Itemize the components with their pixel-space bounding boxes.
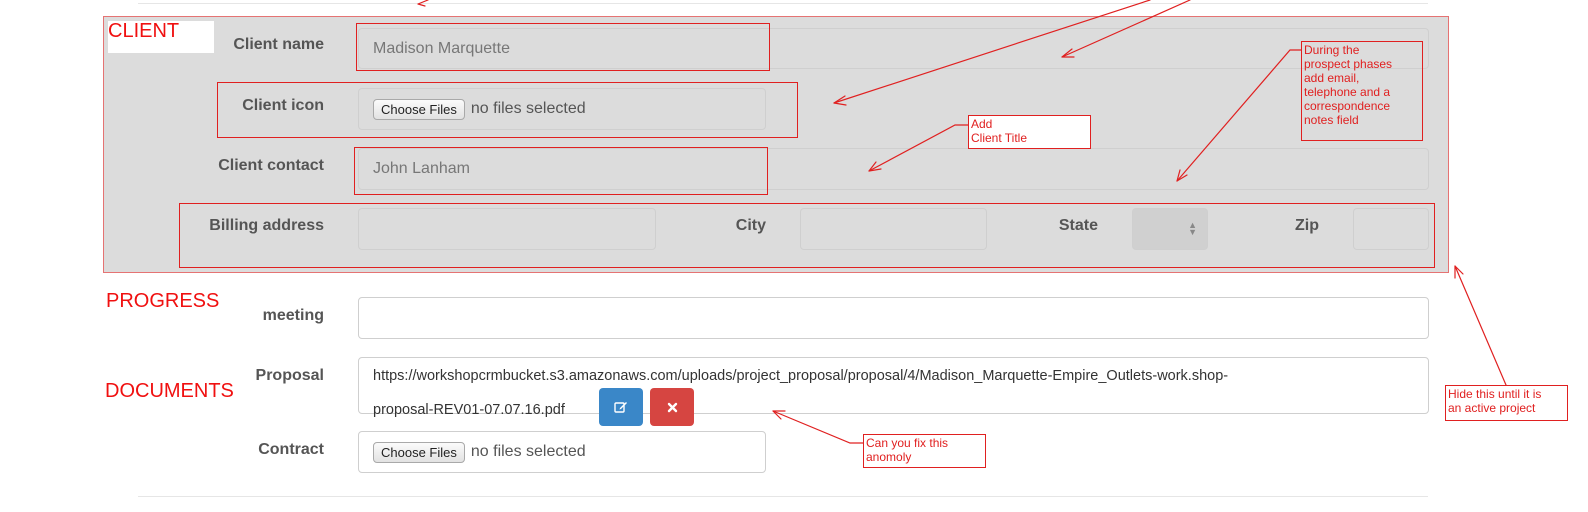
hide-note-line1: Hide this until it is: [1448, 387, 1542, 401]
fix-note-line2: anomoly: [866, 450, 912, 464]
prospect-note-line5: correspondence: [1304, 99, 1391, 113]
prospect-note-line6: notes field: [1304, 113, 1359, 127]
client-icon-highlight-box: [217, 82, 798, 138]
proposal-link-line1[interactable]: https://workshopcrmbucket.s3.amazonaws.c…: [373, 368, 1228, 384]
prospect-note-line3: add email,: [1304, 71, 1360, 85]
documents-section-label: DOCUMENTS: [105, 380, 234, 402]
bottom-divider: [138, 496, 1428, 497]
arrow-fix-anomaly: [772, 410, 864, 444]
arrow-hide-until-active: [1454, 265, 1507, 386]
prospect-note-line1: During the: [1304, 43, 1360, 57]
proposal-link-line2[interactable]: proposal-REV01-07.07.16.pdf: [373, 402, 565, 418]
client-section-label: CLIENT: [108, 20, 180, 42]
prospect-note-line4: telephone and a: [1304, 85, 1391, 99]
contract-file-input[interactable]: Choose Files no files selected: [358, 431, 766, 473]
add-client-title-note-line2: Client Title: [971, 131, 1028, 145]
add-client-title-note-line1: Add: [971, 117, 993, 131]
contract-choose-files-button[interactable]: Choose Files: [373, 441, 465, 463]
proposal-delete-button[interactable]: [650, 388, 694, 426]
fix-anomaly-note: Can you fix this anomoly: [863, 434, 986, 468]
client-contact-highlight-box: [354, 147, 768, 195]
fix-note-line1: Can you fix this: [866, 436, 949, 450]
top-divider: [138, 3, 1428, 4]
client-contact-label: Client contact: [218, 157, 324, 174]
prospect-note-line2: prospect phases: [1304, 57, 1393, 71]
proposal-edit-button[interactable]: [599, 388, 643, 426]
close-icon: [667, 402, 677, 412]
prospect-phases-note: During the prospect phases add email, te…: [1301, 41, 1423, 141]
progress-section-label: PROGRESS: [106, 290, 220, 312]
meeting-label: meeting: [262, 307, 324, 324]
edit-icon: [614, 402, 627, 413]
contract-label: Contract: [258, 441, 324, 458]
client-name-highlight-box: [356, 23, 770, 71]
client-name-label: Client name: [233, 36, 324, 53]
meeting-input[interactable]: [358, 297, 1429, 339]
hide-until-active-note: Hide this until it is an active project: [1445, 385, 1568, 421]
contract-file-status: no files selected: [470, 443, 586, 460]
proposal-label: Proposal: [255, 367, 324, 384]
billing-row-highlight-box: [179, 203, 1435, 268]
add-client-title-note: Add Client Title: [968, 115, 1091, 149]
hide-note-line2: an active project: [1448, 401, 1536, 415]
